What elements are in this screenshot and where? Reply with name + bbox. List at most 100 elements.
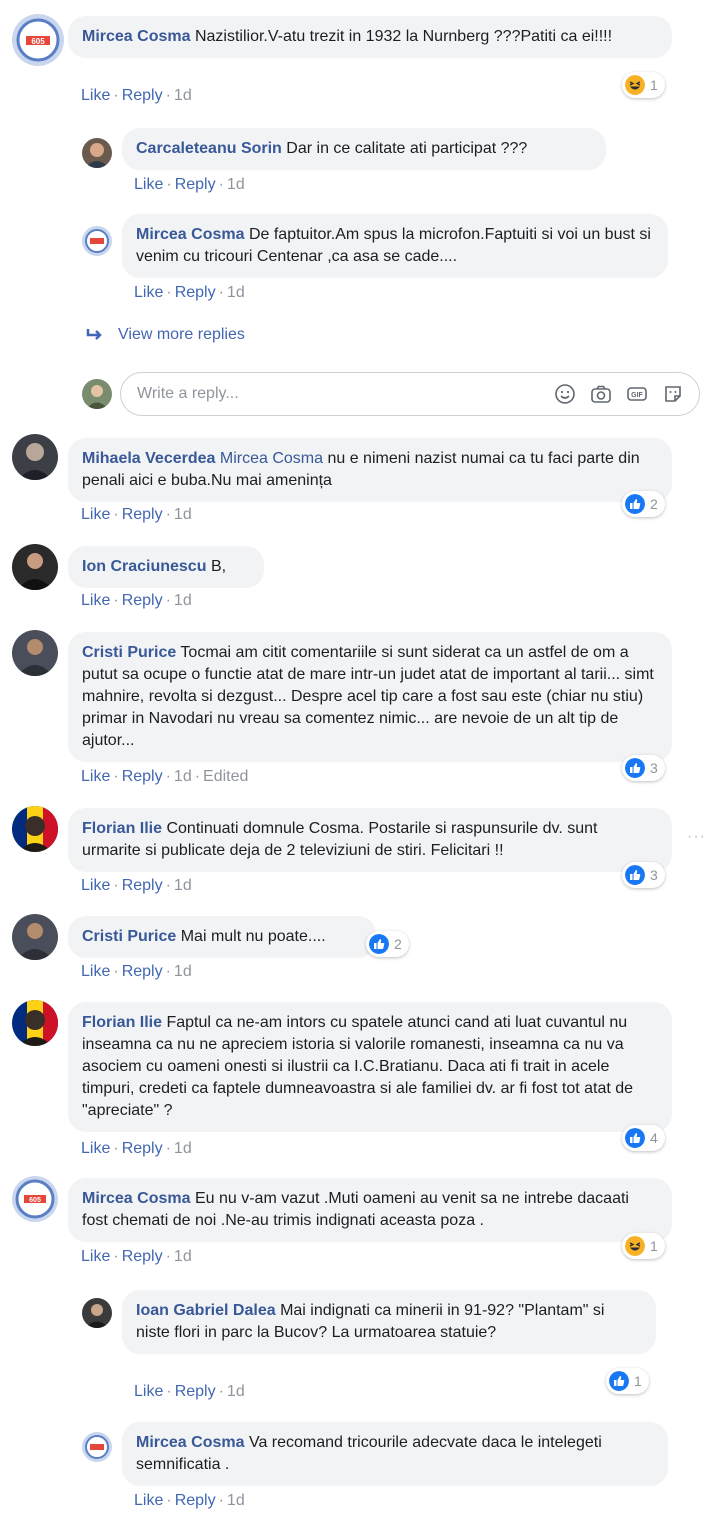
camera-icon[interactable] <box>589 382 613 406</box>
timestamp[interactable]: 1d <box>174 877 192 894</box>
reaction-count[interactable]: 4 <box>622 1125 665 1151</box>
svg-text:GIF: GIF <box>631 392 643 399</box>
edited-label[interactable]: Edited <box>203 768 248 785</box>
reply-button[interactable]: Reply <box>122 592 163 609</box>
comment-bubble: Florian Ilie Continuati domnule Cosma. P… <box>68 808 672 872</box>
comment-author[interactable]: Mircea Cosma <box>82 1190 191 1207</box>
comment-meta: Like · Reply · 1d <box>134 1383 245 1400</box>
like-button[interactable]: Like <box>81 1140 110 1157</box>
avatar[interactable] <box>12 806 58 852</box>
timestamp[interactable]: 1d <box>174 963 192 980</box>
haha-reaction-icon <box>625 1236 645 1256</box>
comment-meta: Like · Reply · 1d <box>81 1248 192 1265</box>
avatar[interactable] <box>82 138 112 168</box>
comment-author[interactable]: Carcaleteanu Sorin <box>136 140 282 157</box>
reply-button[interactable]: Reply <box>122 506 163 523</box>
comment-mention[interactable]: Mircea Cosma <box>220 450 323 467</box>
comment-meta: Like · Reply · 1d <box>81 87 192 104</box>
reply-button[interactable]: Reply <box>175 176 216 193</box>
reaction-count[interactable]: 3 <box>622 862 665 888</box>
avatar[interactable] <box>12 544 58 590</box>
timestamp[interactable]: 1d <box>174 87 192 104</box>
like-button[interactable]: Like <box>81 768 110 785</box>
like-button[interactable]: Like <box>134 1492 163 1509</box>
reply-arrow-icon <box>86 329 102 340</box>
reaction-count[interactable]: 1 <box>622 1233 665 1259</box>
comment-meta: Like · Reply · 1d <box>81 877 192 894</box>
timestamp[interactable]: 1d <box>174 592 192 609</box>
comment-author[interactable]: Florian Ilie <box>82 820 162 837</box>
like-button[interactable]: Like <box>81 87 110 104</box>
reply-input[interactable] <box>137 385 541 403</box>
avatar[interactable] <box>82 1298 112 1328</box>
comment-author[interactable]: Ion Craciunescu <box>82 558 206 575</box>
comment-text: B, <box>210 558 227 575</box>
avatar[interactable] <box>82 226 112 256</box>
comment-author[interactable]: Mircea Cosma <box>136 1434 245 1451</box>
sticker-icon[interactable] <box>661 382 685 406</box>
comment-author[interactable]: Mircea Cosma <box>82 28 191 45</box>
reply-button[interactable]: Reply <box>122 1140 163 1157</box>
reply-button[interactable]: Reply <box>175 1383 216 1400</box>
avatar[interactable] <box>12 630 58 676</box>
like-button[interactable]: Like <box>134 1383 163 1400</box>
reply-button[interactable]: Reply <box>122 87 163 104</box>
timestamp[interactable]: 1d <box>227 1383 245 1400</box>
timestamp[interactable]: 1d <box>174 506 192 523</box>
view-more-label: View more replies <box>118 326 245 343</box>
timestamp[interactable]: 1d <box>174 1248 192 1265</box>
comment-bubble: Mircea Cosma Va recomand tricourile adec… <box>122 1422 668 1486</box>
like-reaction-icon <box>625 1128 645 1148</box>
emoji-icon[interactable] <box>553 382 577 406</box>
timestamp[interactable]: 1d <box>227 284 245 301</box>
reply-button[interactable]: Reply <box>175 284 216 301</box>
reaction-count[interactable]: 1 <box>622 72 665 98</box>
svg-text:605: 605 <box>31 37 45 46</box>
timestamp[interactable]: 1d <box>174 1140 192 1157</box>
comment-author[interactable]: Florian Ilie <box>82 1014 162 1031</box>
avatar[interactable] <box>12 1000 58 1046</box>
comment-meta: Like · Reply · 1d <box>81 1140 192 1157</box>
reply-button[interactable]: Reply <box>122 1248 163 1265</box>
like-button[interactable]: Like <box>81 1248 110 1265</box>
avatar[interactable] <box>12 434 58 480</box>
comment-meta: Like · Reply · 1d <box>134 176 245 193</box>
comment-bubble: Carcaleteanu Sorin Dar in ce calitate at… <box>122 128 606 170</box>
reply-button[interactable]: Reply <box>122 768 163 785</box>
timestamp[interactable]: 1d <box>174 768 192 785</box>
avatar[interactable]: 605 <box>12 14 64 66</box>
comment-author[interactable]: Cristi Purice <box>82 928 176 945</box>
avatar[interactable] <box>82 1432 112 1462</box>
timestamp[interactable]: 1d <box>227 176 245 193</box>
like-reaction-icon <box>625 865 645 885</box>
comment-bubble: Ioan Gabriel Dalea Mai indignati ca mine… <box>122 1290 656 1354</box>
comment-bubble: Cristi Purice Mai mult nu poate.... <box>68 916 376 958</box>
comment-author[interactable]: Mihaela Vecerdea <box>82 450 215 467</box>
like-button[interactable]: Like <box>81 963 110 980</box>
reply-button[interactable]: Reply <box>122 963 163 980</box>
like-button[interactable]: Like <box>134 176 163 193</box>
reaction-count[interactable]: 2 <box>366 931 409 957</box>
comment-author[interactable]: Cristi Purice <box>82 644 176 661</box>
like-button[interactable]: Like <box>81 506 110 523</box>
reply-tools: GIF <box>541 382 685 406</box>
timestamp[interactable]: 1d <box>227 1492 245 1509</box>
reaction-count[interactable]: 1 <box>606 1368 649 1394</box>
avatar[interactable]: 605 <box>12 1176 58 1222</box>
more-options-icon[interactable]: ··· <box>687 828 706 846</box>
like-button[interactable]: Like <box>134 284 163 301</box>
comment-bubble: Cristi Purice Tocmai am citit comentarii… <box>68 632 672 762</box>
like-button[interactable]: Like <box>81 877 110 894</box>
reply-button[interactable]: Reply <box>122 877 163 894</box>
comment-author[interactable]: Mircea Cosma <box>136 226 245 243</box>
comment-author[interactable]: Ioan Gabriel Dalea <box>136 1302 276 1319</box>
like-button[interactable]: Like <box>81 592 110 609</box>
reaction-count[interactable]: 3 <box>622 755 665 781</box>
gif-icon[interactable]: GIF <box>625 382 649 406</box>
view-more-replies[interactable]: View more replies <box>86 326 245 344</box>
reply-input-box[interactable]: GIF <box>120 372 700 416</box>
reply-button[interactable]: Reply <box>175 1492 216 1509</box>
comment-bubble: Mircea Cosma Nazistilior.V-atu trezit in… <box>68 16 672 58</box>
reaction-count[interactable]: 2 <box>622 491 665 517</box>
avatar[interactable] <box>12 914 58 960</box>
